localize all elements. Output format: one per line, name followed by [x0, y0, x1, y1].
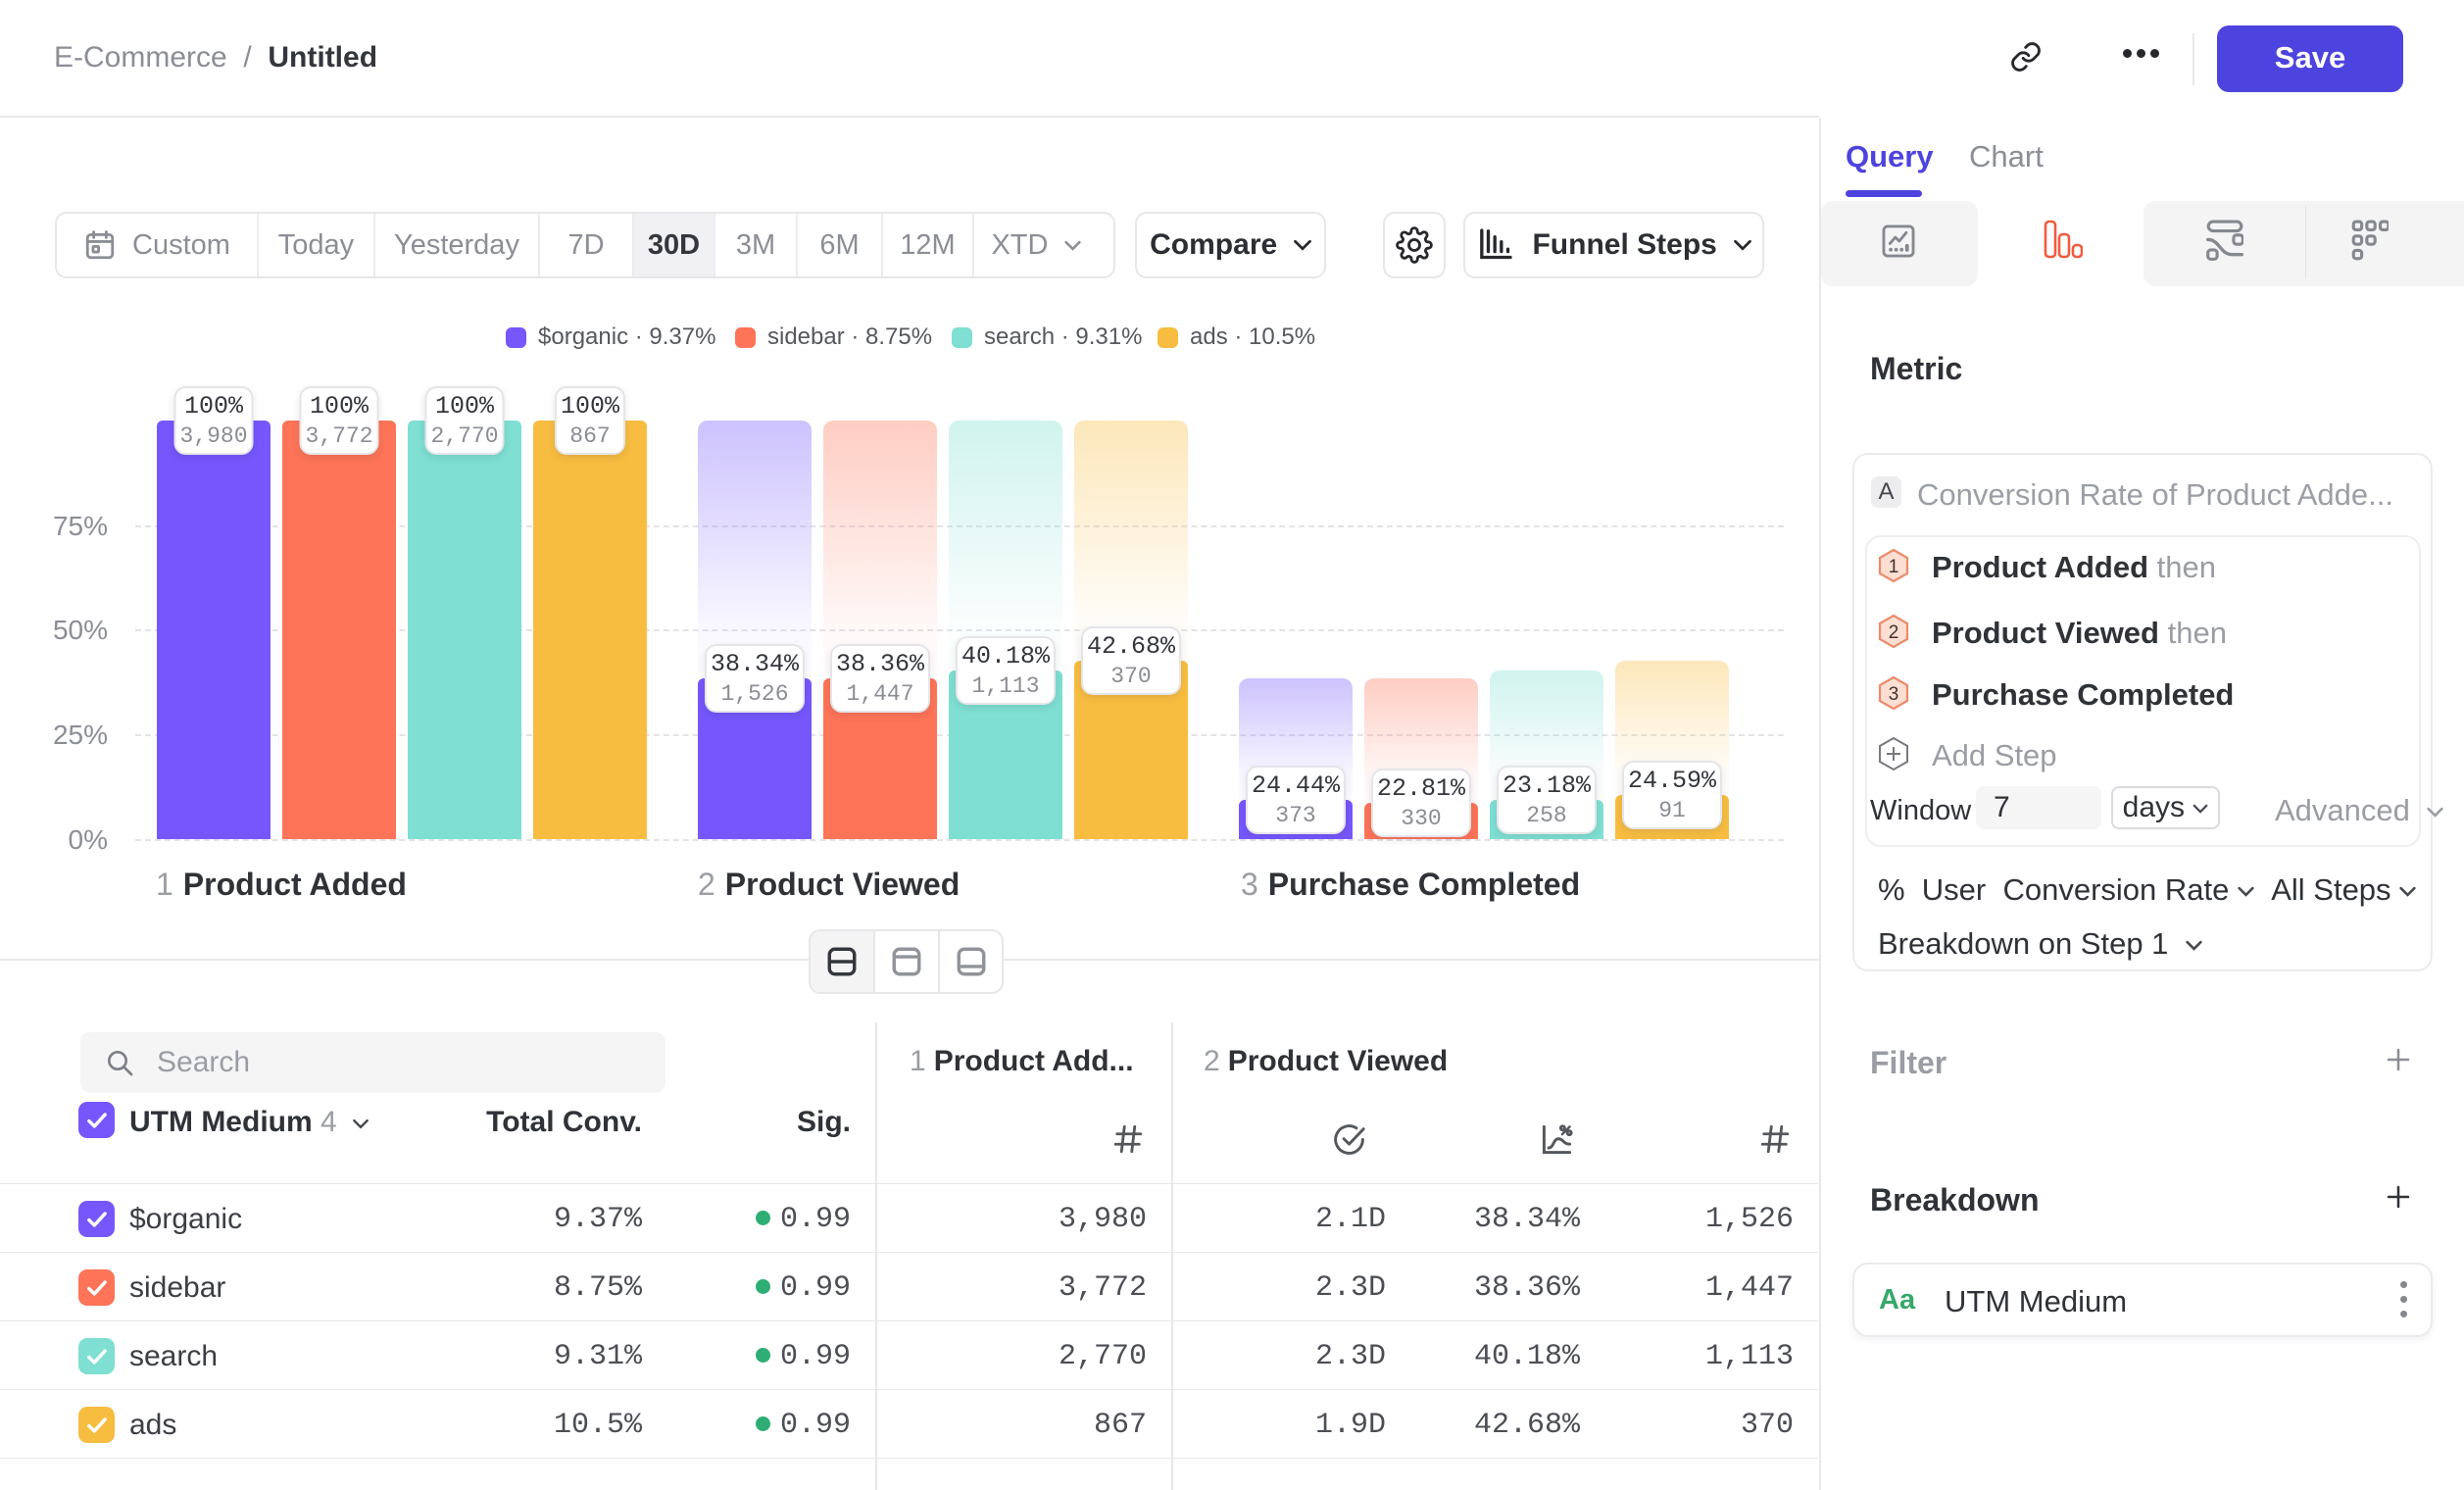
svg-text:3: 3	[1889, 684, 1899, 705]
svg-text:1: 1	[1889, 557, 1899, 577]
svg-text:2: 2	[1889, 622, 1899, 643]
